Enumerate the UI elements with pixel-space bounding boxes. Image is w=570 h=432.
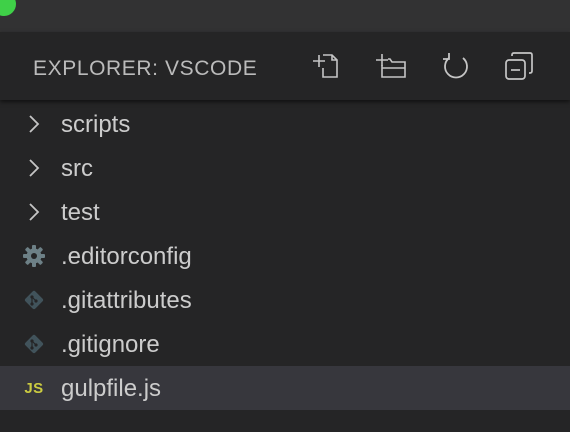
tree-item-label: .gitattributes: [61, 287, 192, 314]
new-file-icon: [311, 51, 341, 81]
gear-icon: [22, 245, 46, 267]
chevron-right-icon: [22, 157, 46, 179]
title-bar: [0, 0, 570, 32]
js-icon: JS: [22, 377, 46, 399]
tree-item-label: src: [61, 155, 93, 182]
tree-item-src[interactable]: src: [0, 146, 570, 190]
tree-item-editorconfig[interactable]: .editorconfig: [0, 234, 570, 278]
git-icon: [22, 289, 46, 311]
maximize-window-button[interactable]: [0, 0, 16, 16]
tree-item-test[interactable]: test: [0, 190, 570, 234]
collapse-all-icon: [503, 50, 535, 82]
tree-item-label: scripts: [61, 111, 131, 138]
js-icon-text: JS: [24, 379, 44, 397]
chevron-right-icon: [22, 113, 46, 135]
tree-item-label: gulpfile.js: [61, 375, 162, 402]
tree-item-scripts[interactable]: scripts: [0, 102, 570, 146]
tree-item-gitignore[interactable]: .gitignore: [0, 322, 570, 366]
tree-item-label: .gitignore: [61, 331, 160, 358]
new-file-button[interactable]: [306, 48, 346, 84]
collapse-all-button[interactable]: [499, 48, 539, 84]
git-icon: [22, 333, 46, 355]
explorer-header: EXPLORER: VSCODE: [0, 32, 570, 100]
explorer-window: EXPLORER: VSCODE scripts src test .edito…: [0, 0, 570, 432]
tree-item-label: test: [61, 199, 100, 226]
explorer-title: EXPLORER: VSCODE: [33, 57, 258, 80]
tree-item-label: .editorconfig: [61, 243, 192, 270]
refresh-button[interactable]: [436, 48, 476, 84]
chevron-right-icon: [22, 201, 46, 223]
tree-item-gitattributes[interactable]: .gitattributes: [0, 278, 570, 322]
new-folder-icon: [375, 51, 407, 81]
file-tree: scripts src test .editorconfig .gitattri…: [0, 102, 570, 410]
new-folder-button[interactable]: [371, 48, 411, 84]
refresh-icon: [441, 51, 471, 81]
tree-item-gulpfile[interactable]: JS gulpfile.js: [0, 366, 570, 410]
